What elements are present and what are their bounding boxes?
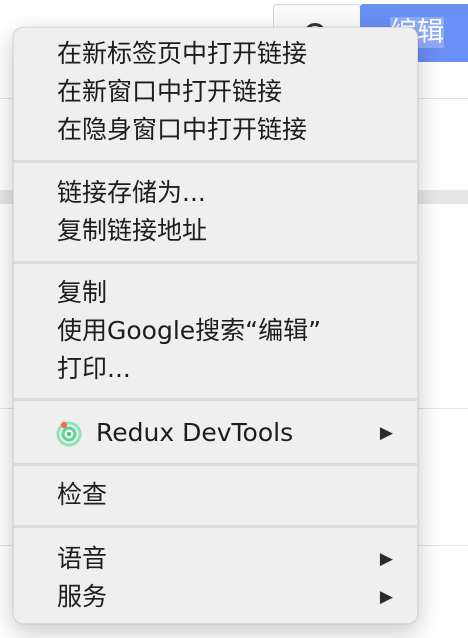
menu-item-label: 在新窗口中打开链接	[57, 77, 283, 106]
menu-item-label: 复制	[57, 278, 108, 307]
menu-item-label: Redux DevTools	[96, 418, 294, 447]
menu-item-open-link-new-tab[interactable]: 在新标签页中打开链接	[57, 36, 397, 72]
submenu-arrow-icon: ▶	[379, 549, 393, 569]
menu-item-label: 检查	[57, 480, 108, 509]
menu-item-label: 链接存储为...	[57, 178, 206, 207]
menu-item-label: 打印...	[57, 354, 131, 383]
menu-separator	[14, 261, 417, 264]
menu-item-services[interactable]: 服务 ▶	[57, 579, 397, 615]
menu-item-open-link-new-window[interactable]: 在新窗口中打开链接	[57, 74, 397, 110]
menu-item-label: 服务	[57, 582, 108, 611]
menu-item-copy[interactable]: 复制	[57, 275, 397, 311]
menu-item-speech[interactable]: 语音 ▶	[57, 541, 397, 577]
menu-separator	[14, 463, 417, 466]
redux-devtools-icon	[56, 421, 82, 447]
menu-item-copy-link-address[interactable]: 复制链接地址	[57, 213, 397, 249]
menu-item-label: 在隐身窗口中打开链接	[57, 115, 308, 144]
menu-item-label: 语音	[57, 544, 108, 573]
menu-item-open-link-incognito[interactable]: 在隐身窗口中打开链接	[57, 112, 397, 148]
menu-item-redux-devtools[interactable]: Redux DevTools ▶	[56, 415, 397, 451]
submenu-arrow-icon: ▶	[379, 587, 393, 607]
menu-separator	[14, 525, 417, 528]
menu-item-label: 使用Google搜索“编辑”	[57, 316, 322, 345]
menu-item-inspect[interactable]: 检查	[57, 477, 397, 513]
menu-item-save-link-as[interactable]: 链接存储为...	[57, 175, 397, 211]
menu-separator	[14, 398, 417, 401]
menu-item-label: 复制链接地址	[57, 216, 208, 245]
menu-separator	[14, 160, 417, 163]
menu-item-label: 在新标签页中打开链接	[57, 39, 308, 68]
submenu-arrow-icon: ▶	[379, 423, 393, 443]
context-menu: 在新标签页中打开链接 在新窗口中打开链接 在隐身窗口中打开链接 链接存储为...…	[13, 27, 418, 624]
menu-item-search-google[interactable]: 使用Google搜索“编辑”	[57, 313, 397, 349]
menu-item-print[interactable]: 打印...	[57, 351, 397, 387]
